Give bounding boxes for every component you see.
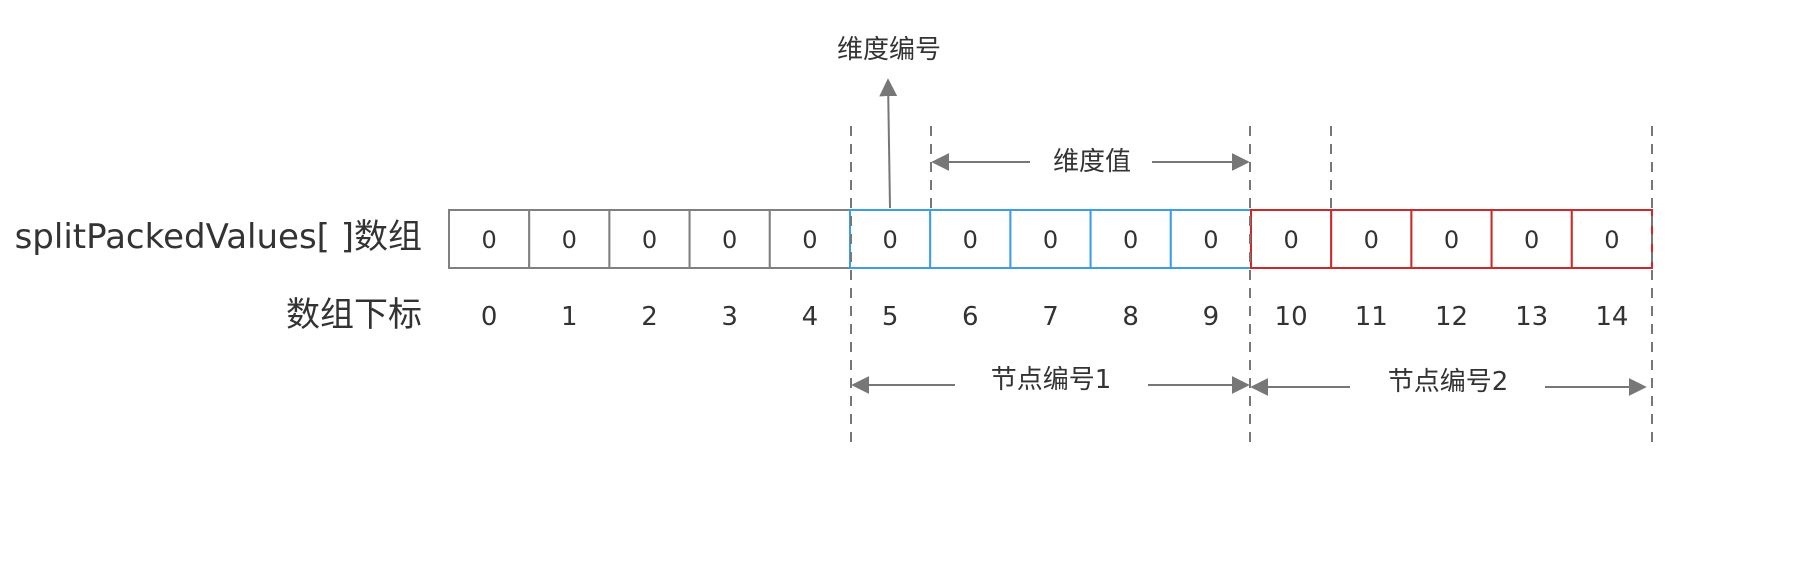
array-row-label: splitPackedValues[ ]数组 — [15, 217, 422, 257]
guide-lines — [850, 126, 1653, 450]
array-cell-value-1: 0 — [562, 226, 577, 254]
array-indices: 0 1 2 3 4 5 6 7 8 9 10 11 12 13 14 — [481, 302, 1629, 332]
array-cell-value-3: 0 — [722, 226, 737, 254]
array-index-8: 8 — [1122, 302, 1139, 332]
array-cells: 0 0 0 0 0 0 0 0 0 0 0 0 0 0 0 — [448, 209, 1654, 269]
array-cell-value-5: 0 — [882, 226, 897, 254]
array-cell-value-9: 0 — [1203, 226, 1218, 254]
array-index-10: 10 — [1275, 302, 1308, 332]
array-cell-value-2: 0 — [642, 226, 657, 254]
array-cell-value-6: 0 — [963, 226, 978, 254]
dim-id-arrow — [879, 78, 898, 209]
array-index-11: 11 — [1355, 302, 1388, 332]
array-index-12: 12 — [1435, 302, 1468, 332]
array-index-1: 1 — [561, 302, 578, 332]
array-cell-value-12: 0 — [1444, 226, 1459, 254]
dim-id-label: 维度编号 — [837, 35, 941, 65]
index-row-label: 数组下标 — [286, 295, 422, 335]
node1-label: 节点编号1 — [991, 365, 1112, 395]
array-cell-value-4: 0 — [802, 226, 817, 254]
array-index-0: 0 — [481, 302, 498, 332]
array-index-9: 9 — [1203, 302, 1220, 332]
array-cell-value-14: 0 — [1604, 226, 1619, 254]
array-cell-value-0: 0 — [481, 226, 496, 254]
array-index-7: 7 — [1042, 302, 1059, 332]
node2-label: 节点编号2 — [1388, 367, 1509, 397]
array-index-14: 14 — [1595, 302, 1628, 332]
array-index-13: 13 — [1515, 302, 1548, 332]
array-cell-value-11: 0 — [1364, 226, 1379, 254]
array-index-6: 6 — [962, 302, 979, 332]
array-cell-value-13: 0 — [1524, 226, 1539, 254]
dim-value-label: 维度值 — [1053, 147, 1131, 177]
array-cell-value-8: 0 — [1123, 226, 1138, 254]
diagram-canvas: splitPackedValues[ ]数组 数组下标 000000000000… — [15, 35, 1654, 450]
array-index-5: 5 — [882, 302, 899, 332]
array-index-4: 4 — [802, 302, 819, 332]
array-cell-value-7: 0 — [1043, 226, 1058, 254]
array-index-3: 3 — [721, 302, 738, 332]
array-index-2: 2 — [641, 302, 658, 332]
array-cell-value-10: 0 — [1283, 226, 1298, 254]
